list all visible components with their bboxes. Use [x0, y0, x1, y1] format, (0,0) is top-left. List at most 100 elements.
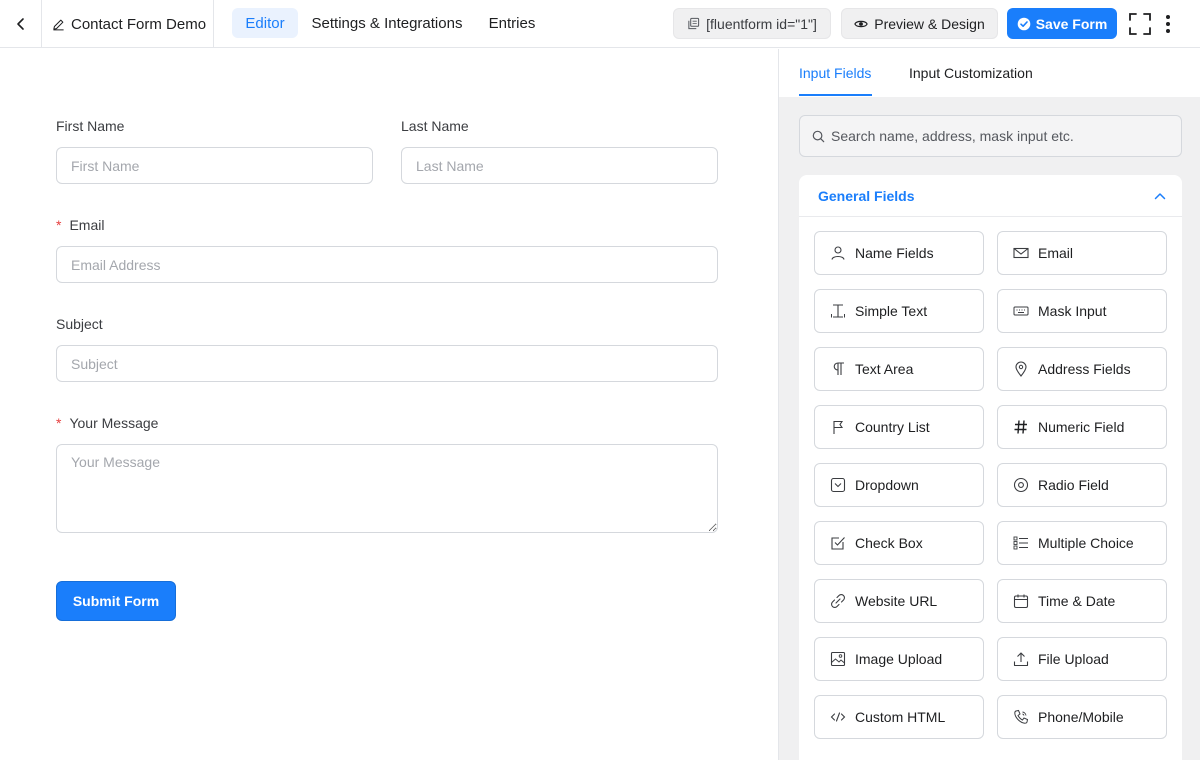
person-icon — [829, 244, 847, 262]
message-textarea[interactable] — [56, 444, 718, 533]
field-file-upload[interactable]: File Upload — [997, 637, 1167, 681]
chevron-left-icon — [16, 18, 24, 30]
calendar-icon — [1012, 592, 1030, 610]
first-name-label: First Name — [56, 118, 125, 134]
subject-input[interactable] — [56, 345, 718, 382]
field-radio-field[interactable]: Radio Field — [997, 463, 1167, 507]
field-label: Name Fields — [855, 245, 934, 261]
general-fields-panel: General Fields Name Fields Email Simple … — [799, 175, 1182, 760]
pencil-icon — [53, 19, 64, 30]
field-label: Custom HTML — [855, 709, 946, 725]
field-dropdown[interactable]: Dropdown — [814, 463, 984, 507]
field-label: Check Box — [855, 535, 923, 551]
field-label: File Upload — [1038, 651, 1109, 667]
subject-label: Subject — [56, 316, 103, 332]
shortcode-text: [fluentform id="1"] — [706, 15, 817, 32]
field-simple-text[interactable]: Simple Text — [814, 289, 984, 333]
chevron-up-icon — [1154, 192, 1166, 199]
last-name-input[interactable] — [401, 147, 718, 184]
field-mask-input[interactable]: Mask Input — [997, 289, 1167, 333]
eye-icon — [854, 20, 869, 27]
fullscreen-icon — [1129, 13, 1151, 35]
flag-icon — [829, 418, 847, 436]
required-marker: * — [56, 415, 62, 431]
field-label: Radio Field — [1038, 477, 1109, 493]
field-label: Country List — [855, 419, 930, 435]
field-country-list[interactable]: Country List — [814, 405, 984, 449]
field-label: Website URL — [855, 593, 938, 609]
more-options-button[interactable] — [1158, 12, 1178, 36]
field-label: Mask Input — [1038, 303, 1107, 319]
form-title-area[interactable]: Contact Form Demo — [42, 0, 214, 48]
field-label: Time & Date — [1038, 593, 1116, 609]
shortcode-copy-button[interactable]: [fluentform id="1"] — [673, 8, 831, 39]
field-label: Address Fields — [1038, 361, 1131, 377]
tab-settings-integrations[interactable]: Settings & Integrations — [305, 8, 469, 38]
first-name-input[interactable] — [56, 147, 373, 184]
tab-input-fields[interactable]: Input Fields — [799, 65, 871, 81]
form-editor-canvas: First Name Last Name * Email Subject * You… — [0, 49, 778, 760]
field-website-url[interactable]: Website URL — [814, 579, 984, 623]
hash-icon — [1012, 418, 1030, 436]
link-icon — [829, 592, 847, 610]
field-name-fields[interactable]: Name Fields — [814, 231, 984, 275]
email-label-text: Email — [69, 217, 105, 233]
general-fields-header[interactable]: General Fields — [799, 175, 1182, 217]
top-bar: Contact Form Demo Editor Settings & Inte… — [0, 0, 1200, 48]
last-name-label: Last Name — [401, 118, 469, 134]
field-time-date[interactable]: Time & Date — [997, 579, 1167, 623]
paragraph-icon — [829, 360, 847, 378]
copy-icon — [688, 17, 700, 30]
save-form-button[interactable]: Save Form — [1007, 8, 1117, 39]
code-icon — [829, 708, 847, 726]
section-title: General Fields — [818, 187, 915, 204]
preview-design-button[interactable]: Preview & Design — [841, 8, 998, 39]
phone-icon — [1012, 708, 1030, 726]
field-search-input[interactable] — [831, 128, 1171, 144]
message-label-text: Your Message — [69, 415, 159, 431]
field-label: Dropdown — [855, 477, 919, 493]
field-label: Text Area — [855, 361, 914, 377]
image-icon — [829, 650, 847, 668]
field-label: Image Upload — [855, 651, 943, 667]
required-marker: * — [56, 217, 62, 233]
tab-entries[interactable]: Entries — [482, 8, 542, 38]
field-multiple-choice[interactable]: Multiple Choice — [997, 521, 1167, 565]
vertical-dots-icon — [1166, 15, 1170, 33]
list-icon — [1012, 534, 1030, 552]
field-numeric-field[interactable]: Numeric Field — [997, 405, 1167, 449]
field-search-box — [799, 115, 1182, 157]
email-label: * Email — [56, 217, 104, 233]
field-label: Multiple Choice — [1038, 535, 1134, 551]
form-title: Contact Form Demo — [71, 15, 207, 33]
field-text-area[interactable]: Text Area — [814, 347, 984, 391]
field-label: Simple Text — [855, 303, 928, 319]
text-cursor-icon — [829, 302, 847, 320]
email-input[interactable] — [56, 246, 718, 283]
active-tab-indicator — [799, 94, 872, 96]
field-image-upload[interactable]: Image Upload — [814, 637, 984, 681]
check-circle-icon — [1017, 17, 1031, 30]
radio-icon — [1012, 476, 1030, 494]
fullscreen-button[interactable] — [1128, 12, 1152, 36]
field-email[interactable]: Email — [997, 231, 1167, 275]
submit-form-button[interactable]: Submit Form — [56, 581, 176, 621]
field-label: Email — [1038, 245, 1074, 261]
field-check-box[interactable]: Check Box — [814, 521, 984, 565]
field-label: Numeric Field — [1038, 419, 1125, 435]
back-button[interactable] — [0, 0, 42, 48]
field-phone-mobile[interactable]: Phone/Mobile — [997, 695, 1167, 739]
field-sidebar: Input Fields Input Customization General… — [778, 49, 1200, 760]
keyboard-icon — [1012, 302, 1030, 320]
map-pin-icon — [1012, 360, 1030, 378]
sidebar-tabs: Input Fields Input Customization — [779, 49, 1200, 97]
tab-input-customization[interactable]: Input Customization — [909, 65, 1033, 81]
field-custom-html[interactable]: Custom HTML — [814, 695, 984, 739]
field-label: Phone/Mobile — [1038, 709, 1124, 725]
checkbox-icon — [829, 534, 847, 552]
dropdown-icon — [829, 476, 847, 494]
tab-editor[interactable]: Editor — [232, 8, 298, 38]
save-form-label: Save Form — [1035, 15, 1108, 32]
field-address-fields[interactable]: Address Fields — [997, 347, 1167, 391]
message-label: * Your Message — [56, 415, 158, 431]
